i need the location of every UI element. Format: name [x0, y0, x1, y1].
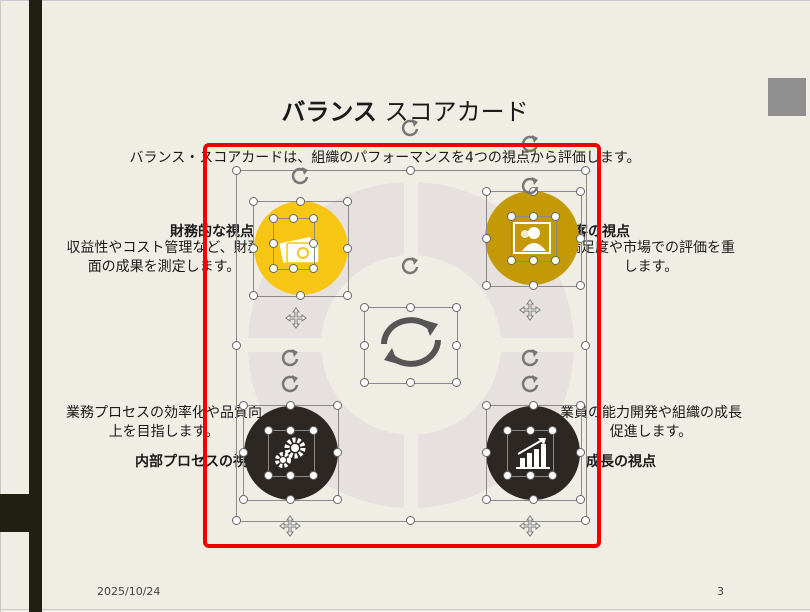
- footer-date: 2025/10/24: [97, 585, 161, 598]
- footer-page-number: 3: [717, 585, 724, 598]
- highlight-rectangle: [203, 143, 601, 548]
- decorative-side-block: [0, 494, 30, 532]
- rotate-handle-icon[interactable]: [399, 117, 421, 139]
- slide-bottom-border: [0, 609, 810, 610]
- decorative-side-bar: [29, 0, 42, 612]
- slide-top-border: [0, 0, 810, 1]
- title-bold-part: バランス: [281, 98, 377, 126]
